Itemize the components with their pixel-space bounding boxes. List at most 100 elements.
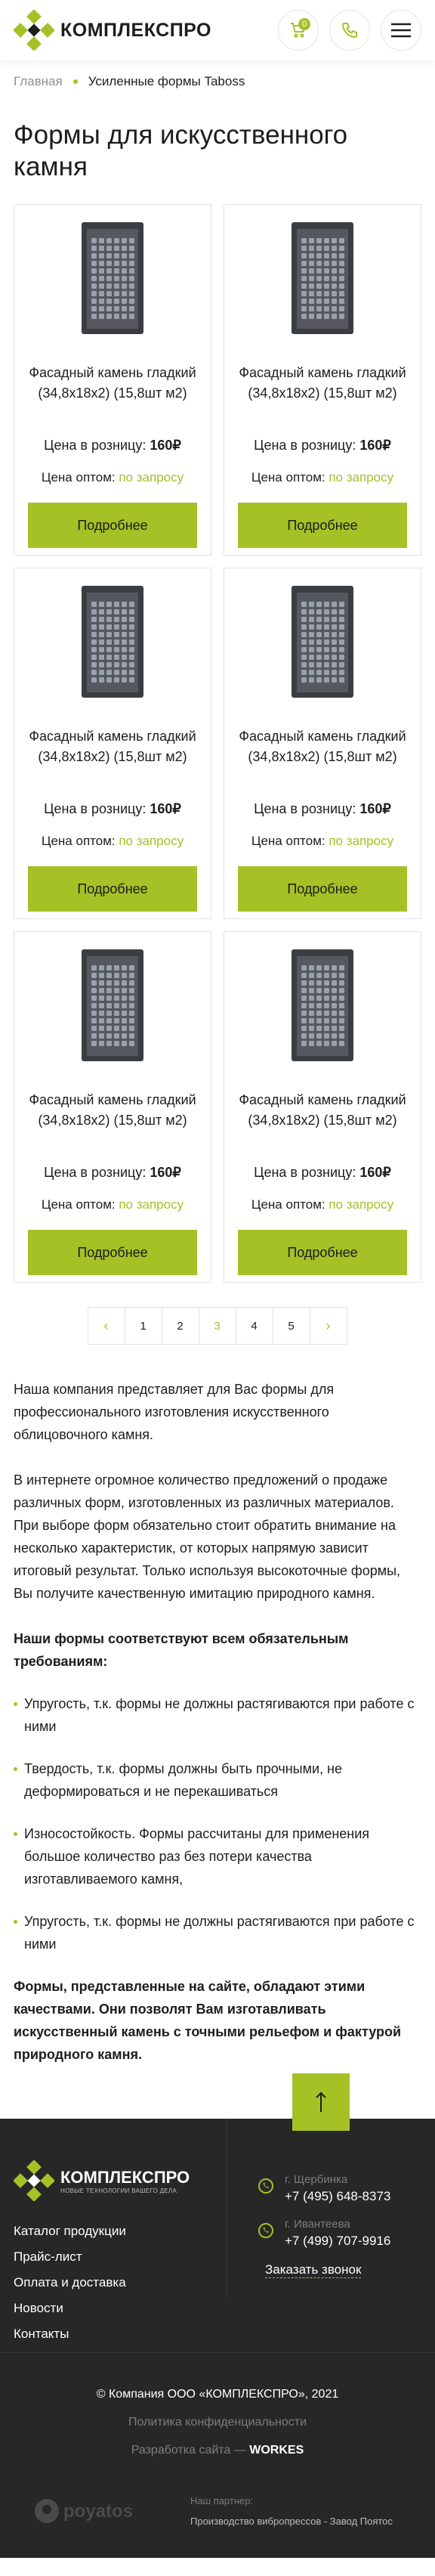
page-title: Формы для искусственного камня xyxy=(14,120,348,181)
developer-link[interactable]: WORKES xyxy=(249,2444,304,2457)
retail-price: Цена в розницу: 160₽ xyxy=(238,1165,407,1181)
retail-price-label: Цена в розницу: xyxy=(44,438,147,453)
pagination-page[interactable]: 5 xyxy=(272,1307,310,1345)
product-card: Фасадный камень гладкий (34,8х18х2) (15,… xyxy=(14,568,211,919)
partner-link[interactable]: Производство вибропрессов - Завод Поятос xyxy=(190,2516,393,2527)
pagination-prev-button[interactable]: ‹ xyxy=(87,1307,125,1345)
footer-menu-item[interactable]: Оплата и доставка xyxy=(14,2275,227,2290)
product-name[interactable]: Фасадный камень гладкий (34,8х18х2) (15,… xyxy=(28,726,197,788)
requirements-heading: Наши формы соответствуют всем обязательн… xyxy=(14,1631,349,1669)
pagination-page[interactable]: 1 xyxy=(124,1307,162,1345)
details-button[interactable]: Подробнее xyxy=(28,1230,197,1275)
wholesale-price-value: по запросу xyxy=(119,834,184,848)
retail-price-value: 160₽ xyxy=(150,801,181,816)
product-image[interactable] xyxy=(291,585,354,698)
developer-label: Разработка сайта — xyxy=(131,2444,246,2457)
product-image[interactable] xyxy=(81,221,144,335)
logo[interactable]: КОМПЛЕКСПРО xyxy=(14,10,211,51)
retail-price-value: 160₽ xyxy=(150,438,181,453)
details-button[interactable]: Подробнее xyxy=(238,1230,407,1275)
breadcrumb: Главная Усиленные формы Taboss xyxy=(0,60,435,89)
wholesale-price-value: по запросу xyxy=(329,470,394,485)
wholesale-price: Цена оптом: по запросу xyxy=(238,467,407,488)
wholesale-price-value: по запросу xyxy=(119,1197,184,1212)
wholesale-price-value: по запросу xyxy=(119,470,184,485)
wholesale-price: Цена оптом: по запросу xyxy=(28,1194,197,1215)
product-name[interactable]: Фасадный камень гладкий (34,8х18х2) (15,… xyxy=(238,1090,407,1151)
footer-menu-item[interactable]: Контакты xyxy=(14,2327,227,2342)
retail-price: Цена в розницу: 160₽ xyxy=(28,1165,197,1181)
details-button[interactable]: Подробнее xyxy=(28,866,197,912)
partner-title: Наш партнер: xyxy=(190,2495,254,2506)
product-grid: Фасадный камень гладкий (34,8х18х2) (15,… xyxy=(0,183,435,1283)
footer-logo-subtitle: НОВЫЕ ТЕХНОЛОГИИ ВАШЕГО ДЕЛА xyxy=(60,2187,177,2194)
copyright: © Компания ООО «КОМПЛЕКСПРО», 2021 xyxy=(96,2388,339,2401)
phone-number[interactable]: +7 (499) 707-9916 xyxy=(285,2234,390,2249)
wholesale-price: Цена оптом: по запросу xyxy=(238,1194,407,1215)
footer-legal: © Компания ООО «КОМПЛЕКСПРО», 2021 Полит… xyxy=(14,2353,421,2464)
wholesale-price-label: Цена оптом: xyxy=(41,834,116,848)
footer-logo-mark-icon xyxy=(14,2160,54,2201)
conclusion-paragraph: Формы, представленные на сайте, обладают… xyxy=(14,1979,402,2062)
details-button[interactable]: Подробнее xyxy=(238,503,407,548)
retail-price-label: Цена в розницу: xyxy=(254,801,356,816)
intro-paragraph: Наша компания представляет для Вас формы… xyxy=(14,1382,335,1442)
wholesale-price-label: Цена оптом: xyxy=(251,1197,325,1212)
retail-price: Цена в розницу: 160₽ xyxy=(238,801,407,817)
cart-count-badge: 0 xyxy=(298,18,310,30)
retail-price-label: Цена в розницу: xyxy=(254,438,356,453)
menu-button[interactable] xyxy=(381,10,421,51)
product-card: Фасадный камень гладкий (34,8х18х2) (15,… xyxy=(224,204,421,556)
logo-text: КОМПЛЕКСПРО xyxy=(60,20,211,42)
product-card: Фасадный камень гладкий (34,8х18х2) (15,… xyxy=(14,931,211,1283)
scroll-top-button[interactable] xyxy=(292,2073,350,2131)
details-button[interactable]: Подробнее xyxy=(28,503,197,548)
requirements-list-item: Твердость, т.к. формы должны быть прочны… xyxy=(14,1757,421,1803)
logo-mark-icon xyxy=(14,10,54,51)
footer-menu-item[interactable]: Каталог продукции xyxy=(14,2224,227,2239)
product-image[interactable] xyxy=(291,949,354,1062)
product-card: Фасадный камень гладкий (34,8х18х2) (15,… xyxy=(224,931,421,1283)
wholesale-price: Цена оптом: по запросу xyxy=(238,831,407,851)
header-actions: 0 xyxy=(278,10,421,51)
pagination: ‹ 1 2 3 4 5 › xyxy=(0,1307,435,1345)
pagination-page[interactable]: 3 xyxy=(198,1307,236,1345)
retail-price-label: Цена в розницу: xyxy=(254,1165,356,1180)
privacy-link[interactable]: Политика конфиденциальности xyxy=(14,2408,421,2436)
phone-number[interactable]: +7 (495) 648-8373 xyxy=(285,2189,390,2204)
phone-button[interactable] xyxy=(329,10,370,51)
logo-text-b: ПРО xyxy=(169,19,211,41)
cart-button[interactable]: 0 xyxy=(278,10,319,51)
product-card: Фасадный камень гладкий (34,8х18х2) (15,… xyxy=(14,204,211,556)
footer-menu-item[interactable]: Прайс-лист xyxy=(14,2249,227,2265)
phone-city: г. Ивантеева xyxy=(285,2218,350,2231)
details-button[interactable]: Подробнее xyxy=(238,866,407,912)
footer-menu-item[interactable]: Новости xyxy=(14,2301,227,2316)
footer-phone: г. Ивантеева +7 (499) 707-9916 xyxy=(258,2218,421,2249)
product-name[interactable]: Фасадный камень гладкий (34,8х18х2) (15,… xyxy=(28,1090,197,1151)
product-image[interactable] xyxy=(81,949,144,1062)
wholesale-price-label: Цена оптом: xyxy=(41,470,116,485)
callback-link[interactable]: Заказать звонок xyxy=(265,2262,362,2278)
product-image[interactable] xyxy=(291,221,354,335)
product-name[interactable]: Фасадный камень гладкий (34,8х18х2) (15,… xyxy=(238,726,407,788)
logo-text-a: КОМПЛЕКС xyxy=(60,19,170,41)
pagination-next-button[interactable]: › xyxy=(309,1307,347,1345)
retail-price-value: 160₽ xyxy=(359,1165,391,1180)
retail-price-value: 160₽ xyxy=(150,1165,181,1180)
product-name[interactable]: Фасадный камень гладкий (34,8х18х2) (15,… xyxy=(28,363,197,424)
breadcrumb-separator xyxy=(72,79,78,84)
pagination-page[interactable]: 4 xyxy=(235,1307,273,1345)
phone-icon xyxy=(341,23,357,39)
retail-price-value: 160₽ xyxy=(359,438,391,453)
partner-logo[interactable]: poyatos xyxy=(32,2494,160,2528)
requirements-list-item: Упругость, т.к. формы не должны растягив… xyxy=(14,1692,421,1738)
footer-menu: Каталог продукции Прайс-лист Оплата и дост… xyxy=(14,2224,227,2342)
footer-logo[interactable]: КОМПЛЕКСПРО НОВЫЕ ТЕХНОЛОГИИ ВАШЕГО ДЕЛА xyxy=(14,2160,227,2201)
product-image[interactable] xyxy=(81,585,144,698)
breadcrumb-home-link[interactable]: Главная xyxy=(14,74,63,89)
partner-logo-text: poyatos xyxy=(63,2501,133,2522)
pagination-page[interactable]: 2 xyxy=(161,1307,199,1345)
product-name[interactable]: Фасадный камень гладкий (34,8х18х2) (15,… xyxy=(238,363,407,424)
whatsapp-icon xyxy=(258,2223,273,2238)
